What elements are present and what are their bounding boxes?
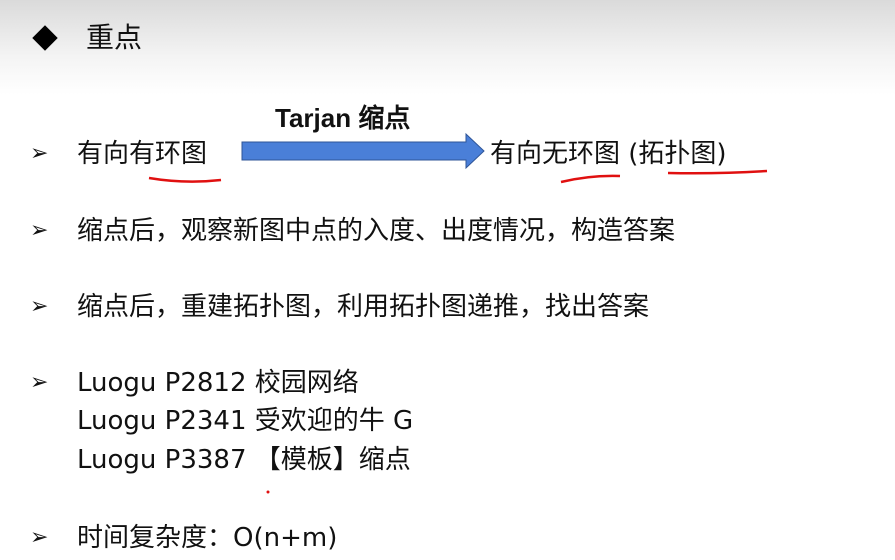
red-dot bbox=[266, 490, 270, 494]
annotations bbox=[148, 132, 768, 494]
red-underline bbox=[667, 169, 768, 175]
red-underline bbox=[560, 174, 621, 184]
right-arrow-icon bbox=[241, 132, 485, 170]
red-underline bbox=[148, 176, 222, 183]
